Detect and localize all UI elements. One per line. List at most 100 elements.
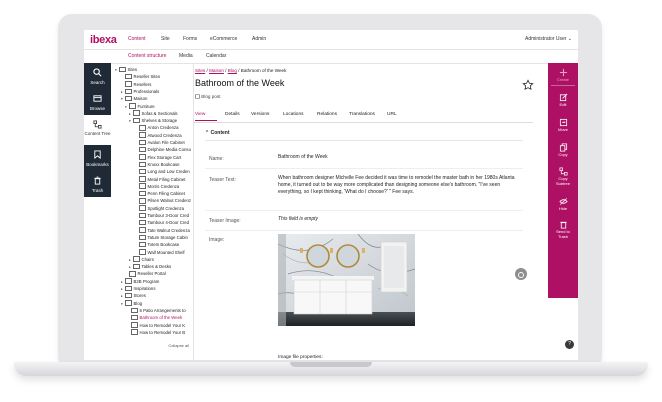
folder-icon bbox=[125, 278, 132, 284]
tree-item[interactable]: Delphine Media Conso bbox=[135, 146, 191, 153]
breadcrumb-link[interactable]: Maison bbox=[209, 68, 224, 73]
copy-button[interactable]: Copy bbox=[548, 143, 578, 158]
image-file-properties-label: Image file properties: bbox=[278, 355, 323, 360]
tree-item[interactable]: ▸ Sofas & Sectionals bbox=[129, 110, 178, 117]
help-button[interactable]: ? bbox=[565, 340, 574, 349]
action-label: Create bbox=[556, 77, 569, 82]
tree-item[interactable]: Avalon File Cabinet bbox=[135, 139, 185, 146]
bathroom-photo bbox=[278, 234, 415, 326]
tree-item[interactable]: Tatum Storage Cabin bbox=[135, 234, 188, 241]
action-label: Hide bbox=[558, 206, 568, 211]
tree-item[interactable]: Anton Credenza bbox=[135, 124, 179, 131]
subnav-media[interactable]: Media bbox=[179, 53, 193, 59]
tree-item[interactable]: Spotlight Credenza bbox=[135, 205, 184, 212]
tab-url[interactable]: URL bbox=[387, 112, 397, 117]
field-value-teaser-image: This field is empty bbox=[278, 216, 319, 222]
breadcrumb-link[interactable]: Sites bbox=[195, 68, 205, 73]
tree-item[interactable]: ▸ B2B Program bbox=[121, 278, 159, 285]
tree-item[interactable]: Resellers bbox=[121, 81, 151, 88]
tree-item[interactable]: ▸ Professionals bbox=[121, 88, 159, 95]
sidebar-browse-button[interactable]: Browse bbox=[84, 89, 111, 115]
tree-item[interactable]: ▸ Tables & Desks bbox=[129, 263, 171, 270]
nav-ecommerce[interactable]: eCommerce bbox=[210, 36, 237, 42]
field-label-name: Name: bbox=[209, 156, 224, 162]
tree-item[interactable]: ▾ Blog bbox=[121, 300, 142, 307]
tree-item[interactable]: Tambour 4-Door Cred bbox=[135, 219, 189, 226]
tree-item[interactable]: Totem Bookcase bbox=[135, 241, 179, 248]
ibexa-logo[interactable]: ibexa bbox=[90, 34, 117, 46]
app-window: ibexa Content Site Forms eCommerce Admin… bbox=[84, 30, 578, 360]
tree-item[interactable]: ▾ Shelves & Storage bbox=[129, 117, 177, 124]
send-to-trash-button[interactable]: Send to Trash bbox=[548, 220, 578, 239]
sidebar-label: Trash bbox=[91, 188, 104, 193]
laptop-notch bbox=[290, 362, 372, 367]
content-tree: ▾ Sites Reseller Sites Resellers ▸ Profession… bbox=[111, 63, 194, 360]
nav-forms[interactable]: Forms bbox=[183, 36, 197, 42]
image-tool-button[interactable] bbox=[515, 268, 527, 280]
breadcrumb: Sites / Maison / Blog / Bathroom of the … bbox=[195, 68, 286, 73]
create-button[interactable]: Create bbox=[548, 68, 578, 83]
nav-site[interactable]: Site bbox=[161, 36, 170, 42]
sidebar-bookmarks-button[interactable]: Bookmarks bbox=[84, 145, 111, 171]
tree-item[interactable]: Reseller Portal bbox=[125, 270, 166, 277]
tab-view[interactable]: View bbox=[195, 112, 205, 117]
tree-item[interactable]: ▸ Stores bbox=[121, 292, 146, 299]
field-value-name: Bathroom of the Week bbox=[278, 154, 328, 160]
tree-item[interactable]: ▾ Sites bbox=[115, 66, 137, 73]
subnav-content-structure[interactable]: Content structure bbox=[128, 53, 166, 59]
nav-content[interactable]: Content bbox=[128, 36, 146, 42]
subnav-calendar[interactable]: Calendar bbox=[206, 53, 226, 59]
tree-item[interactable]: ▾ Furniture bbox=[125, 103, 155, 110]
field-label-teaser-text: Teaser Text: bbox=[209, 177, 236, 183]
content-type-text: Blog post bbox=[201, 94, 221, 99]
tree-item[interactable]: Long and Low Creden bbox=[135, 168, 190, 175]
copy-subtree-button[interactable]: Copy Subtree bbox=[548, 167, 578, 186]
edit-button[interactable]: Edit bbox=[548, 93, 578, 108]
tree-item[interactable]: ▸ Inspirations bbox=[121, 285, 155, 292]
tree-item[interactable]: Penn Filing Cabinet bbox=[135, 190, 185, 197]
user-menu[interactable]: Administrator User ⌄ bbox=[525, 36, 572, 42]
tree-item[interactable]: Knoxx Bookcase bbox=[135, 161, 180, 168]
bookmark-star-icon[interactable] bbox=[522, 79, 534, 91]
sidebar-trash-button[interactable]: Trash bbox=[84, 171, 111, 197]
folder-icon bbox=[131, 314, 138, 321]
section-divider bbox=[205, 140, 523, 141]
tree-item[interactable]: Atwood Credenza bbox=[135, 132, 182, 139]
tree-item-label: Tambour 3-Door Cred bbox=[147, 213, 190, 218]
tree-item-label: Tate Walnut Credenza bbox=[147, 227, 190, 233]
tab-versions[interactable]: Versions bbox=[251, 112, 269, 117]
tree-item[interactable]: 5 Patio Arrangements to bbox=[127, 307, 186, 314]
tree-item[interactable]: Flex Storage Cart bbox=[135, 154, 181, 161]
action-label: Move bbox=[558, 127, 568, 132]
tree-item-label: Stores bbox=[133, 293, 146, 299]
tree-item[interactable]: Metal Filing Cabinet bbox=[135, 176, 185, 183]
tree-item[interactable]: ▾ Maison bbox=[121, 95, 147, 102]
tree-item[interactable]: Tambour 3-Door Cred bbox=[135, 212, 189, 219]
tree-item[interactable]: Wall Mounted Shelf bbox=[135, 249, 185, 256]
sidebar-search-button[interactable]: Search bbox=[84, 63, 111, 89]
folder-icon bbox=[139, 146, 146, 153]
tree-item[interactable]: Morris Credenza bbox=[135, 183, 179, 190]
tree-item[interactable]: How to Remodel Your K bbox=[127, 322, 185, 329]
folder-icon bbox=[125, 300, 132, 306]
tab-locations[interactable]: Locations bbox=[283, 112, 304, 117]
collapse-all-link[interactable]: Collapse all bbox=[168, 343, 189, 348]
tree-item[interactable]: How to Remodel Your B bbox=[127, 329, 185, 336]
nav-admin[interactable]: Admin bbox=[252, 36, 266, 42]
left-sidebar: Search Browse Content Tree Bookmarks Tra… bbox=[84, 63, 111, 360]
tab-details[interactable]: Details bbox=[225, 112, 240, 117]
search-icon bbox=[93, 68, 102, 77]
tree-item[interactable]: Tate Walnut Credenza bbox=[135, 227, 190, 234]
section-header-content[interactable]: ⌃ Content bbox=[205, 130, 229, 136]
tree-item[interactable]: ▸ Chairs bbox=[129, 256, 154, 263]
tab-relations[interactable]: Relations bbox=[317, 112, 337, 117]
tab-translations[interactable]: Translations bbox=[349, 112, 375, 117]
move-button[interactable]: Move bbox=[548, 118, 578, 133]
tree-item[interactable]: Bathroom of the Week bbox=[127, 314, 182, 321]
hide-button[interactable]: Hide bbox=[548, 197, 578, 212]
tree-item[interactable]: Reseller Sites bbox=[121, 73, 160, 80]
field-divider bbox=[205, 210, 523, 211]
breadcrumb-link[interactable]: Blog bbox=[228, 68, 237, 73]
tree-item[interactable]: Pilsen Walnut Credenz bbox=[135, 197, 191, 204]
sidebar-content-tree-button[interactable]: Content Tree bbox=[84, 115, 111, 145]
